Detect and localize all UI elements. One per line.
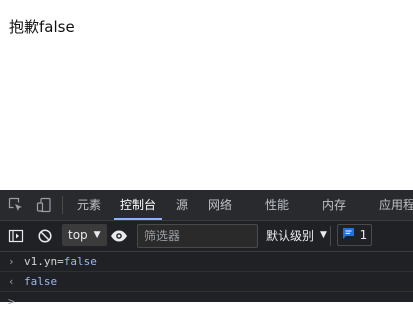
message-icon [342, 227, 355, 243]
devtools-tabbar: 元素 控制台 源 网络 性能 内存 应用程 [0, 190, 413, 221]
console-result-entry: ‹ false [0, 272, 413, 292]
device-toolbar-icon[interactable] [35, 196, 53, 214]
toolbar-divider [330, 226, 331, 246]
tab-sources[interactable]: 源 [176, 190, 188, 220]
log-level-label: 默认级别 [266, 228, 315, 243]
input-chevron-icon: › [8, 255, 15, 268]
sidebar-toggle-icon[interactable] [7, 227, 25, 245]
command-variable: v1.yn [24, 255, 58, 268]
tab-memory[interactable]: 内存 [322, 190, 346, 220]
tab-console[interactable]: 控制台 [113, 190, 163, 220]
console-command: v1.yn=false [24, 252, 97, 271]
console-input-entry: › v1.yn=false [0, 252, 413, 272]
console-toolbar: top ▼ 默认级别 ▼ 1 [0, 221, 413, 252]
devtools-panel: 元素 控制台 源 网络 性能 内存 应用程 top ▼ 筛选器 默认级别 ▼ 1… [0, 190, 413, 308]
caret-down-icon: ▼ [93, 230, 101, 240]
issues-counter[interactable]: 1 [337, 224, 372, 246]
caret-down-icon: ▼ [320, 230, 327, 240]
page-text: 抱歉false [9, 18, 75, 36]
command-operator: = [57, 255, 64, 268]
live-expression-eye-icon[interactable] [110, 227, 128, 245]
issues-count: 1 [359, 228, 368, 242]
tab-network[interactable]: 网络 [208, 190, 232, 220]
page-viewport: 抱歉false [0, 0, 413, 190]
console-output[interactable]: › v1.yn=false ‹ false > [0, 252, 413, 308]
tab-performance[interactable]: 性能 [265, 190, 289, 220]
context-label: top [68, 228, 88, 242]
console-result: false [24, 275, 58, 288]
tab-application[interactable]: 应用程 [379, 190, 413, 220]
command-value: false [63, 255, 97, 268]
context-selector[interactable]: top ▼ [62, 224, 107, 246]
inspect-element-icon[interactable] [7, 196, 25, 214]
tab-elements[interactable]: 元素 [77, 190, 101, 220]
log-level-selector[interactable]: 默认级别 ▼ [266, 224, 327, 246]
result-arrow-icon: ‹ [8, 275, 15, 288]
tabbar-divider [62, 196, 63, 214]
clear-console-icon[interactable] [36, 227, 54, 245]
filter-input[interactable] [137, 224, 258, 248]
